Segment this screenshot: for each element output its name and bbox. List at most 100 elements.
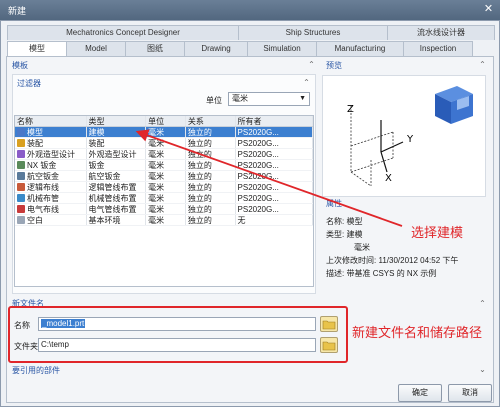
cell-name: 外观造型设计 <box>15 149 87 159</box>
unit-select[interactable]: 毫米 ▼ <box>228 92 310 106</box>
table-row[interactable]: 模型 建模 毫米 独立的 PS2020G... <box>15 127 313 138</box>
table-row[interactable]: NX 钣金 钣金 毫米 独立的 PS2020G... <box>15 160 313 171</box>
cell-type: 外观造型设计 <box>87 149 147 159</box>
model-block-icon <box>435 86 473 124</box>
header-type[interactable]: 类型 <box>87 116 147 126</box>
annotation-select-text: 选择建模 <box>411 226 464 241</box>
chevron-down-icon: ▼ <box>299 95 306 102</box>
header-owner[interactable]: 所有者 <box>236 116 313 126</box>
cell-type: 钣金 <box>87 160 147 170</box>
template-name: 机械布管 <box>27 194 59 203</box>
preview-drawing: Z Y X <box>347 86 473 187</box>
axis-x-label: X <box>385 173 392 184</box>
close-icon[interactable]: ✕ <box>481 2 496 17</box>
table-row[interactable]: 逻辑布线 逻辑管线布置 毫米 独立的 PS2020G... <box>15 182 313 193</box>
cell-owner: PS2020G... <box>236 127 313 137</box>
template-icon <box>17 205 25 213</box>
cell-type: 基本环境 <box>87 215 147 225</box>
cell-unit: 毫米 <box>146 182 186 192</box>
prop-modified-value: 11/30/2012 04:52 下午 <box>378 256 459 265</box>
tab-manufacturing[interactable]: Manufacturing <box>316 41 404 56</box>
table-row[interactable]: 机械布管 机械管线布置 毫米 独立的 PS2020G... <box>15 193 313 204</box>
window-title: 新建 <box>8 6 27 16</box>
cell-type: 航空钣金 <box>87 171 147 181</box>
table-row[interactable]: 外观造型设计 外观造型设计 毫米 独立的 PS2020G... <box>15 149 313 160</box>
collapse-template-icon[interactable]: ⌃ <box>307 61 316 70</box>
cell-unit: 毫米 <box>146 149 186 159</box>
header-relation[interactable]: 关系 <box>186 116 236 126</box>
filter-section-title: 过滤器 <box>17 79 41 88</box>
tab-drawing[interactable]: Drawing <box>184 41 248 56</box>
prop-unit-value: 毫米 <box>354 243 370 252</box>
folder-input[interactable]: C:\temp <box>38 338 316 352</box>
template-name: 空白 <box>27 216 43 225</box>
cell-unit: 毫米 <box>146 138 186 148</box>
cell-name: 机械布管 <box>15 193 87 203</box>
table-row[interactable]: 装配 装配 毫米 独立的 PS2020G... <box>15 138 313 149</box>
cell-owner: PS2020G... <box>236 138 313 148</box>
preview-section-title: 预览 <box>326 61 342 70</box>
cell-relation: 独立的 <box>186 171 236 181</box>
browse-folder-button[interactable] <box>320 337 338 353</box>
tab-mechatronics[interactable]: Mechatronics Concept Designer <box>7 25 239 40</box>
tab-inspection[interactable]: Inspection <box>403 41 473 56</box>
axis-z-label: Z <box>347 104 354 115</box>
tab-ship-structures[interactable]: Ship Structures <box>238 25 388 40</box>
ok-button[interactable]: 确定 <box>398 384 442 402</box>
cell-type: 电气管线布置 <box>87 204 147 214</box>
folder-icon <box>322 320 336 330</box>
unit-value: 毫米 <box>232 94 248 103</box>
table-row[interactable]: 电气布线 电气管线布置 毫米 独立的 PS2020G... <box>15 204 313 215</box>
cell-type: 建模 <box>87 127 147 137</box>
cell-type: 逻辑管线布置 <box>87 182 147 192</box>
template-icon <box>17 161 25 169</box>
prop-desc-value: 带基准 CSYS 的 NX 示例 <box>346 269 437 278</box>
header-unit[interactable]: 单位 <box>146 116 186 126</box>
cell-unit: 毫米 <box>146 160 186 170</box>
browse-name-button[interactable] <box>320 316 338 332</box>
template-name: 装配 <box>27 139 43 148</box>
tab-drawing-cn[interactable]: 图纸 <box>125 41 185 56</box>
cell-unit: 毫米 <box>146 204 186 214</box>
template-icon <box>17 172 25 180</box>
cell-unit: 毫米 <box>146 193 186 203</box>
properties-section-title: 属性 <box>326 199 342 208</box>
tab-model-cn[interactable]: 模型 <box>7 41 67 56</box>
file-name-input[interactable]: _model1.prt <box>38 317 316 331</box>
cell-owner: PS2020G... <box>236 160 313 170</box>
cell-owner: PS2020G... <box>236 149 313 159</box>
collapse-filter-icon[interactable]: ⌃ <box>302 79 311 88</box>
unit-label: 单位 <box>206 96 222 105</box>
tab-model[interactable]: Model <box>66 41 126 56</box>
cell-relation: 独立的 <box>186 215 236 225</box>
template-name: 逻辑布线 <box>27 183 59 192</box>
tab-pipeline-designer[interactable]: 流水线设计器 <box>387 25 495 40</box>
template-name: 外观造型设计 <box>27 150 75 159</box>
cancel-button[interactable]: 取消 <box>448 384 492 402</box>
table-row[interactable]: 航空钣金 航空钣金 毫米 独立的 PS2020G... <box>15 171 313 182</box>
template-icon <box>17 139 25 147</box>
cell-name: 逻辑布线 <box>15 182 87 192</box>
prop-desc-label: 描述: <box>326 269 345 278</box>
template-icon <box>17 194 25 202</box>
table-row[interactable]: 空白 基本环境 毫米 独立的无 <box>15 215 313 226</box>
ref-parts-section-title: 要引用的部件 <box>12 366 60 375</box>
prop-type-value: 建模 <box>346 230 363 239</box>
folder-icon <box>322 341 336 351</box>
template-section-title: 模板 <box>12 61 28 70</box>
cell-owner: PS2020G... <box>236 182 313 192</box>
prop-type-label: 类型: <box>326 230 345 239</box>
cell-relation: 独立的 <box>186 138 236 148</box>
template-icon <box>17 216 25 224</box>
folder-value: C:\temp <box>41 340 70 349</box>
cell-name: 模型 <box>15 127 87 137</box>
cell-relation: 独立的 <box>186 204 236 214</box>
header-name[interactable]: 名称 <box>15 116 87 126</box>
expand-ref-icon[interactable]: ⌄ <box>478 366 487 375</box>
tab-simulation[interactable]: Simulation <box>247 41 317 56</box>
cell-name: 航空钣金 <box>15 171 87 181</box>
collapse-newfile-icon[interactable]: ⌃ <box>478 300 487 309</box>
collapse-preview-icon[interactable]: ⌃ <box>478 61 487 70</box>
cell-unit: 毫米 <box>146 171 186 181</box>
template-grid: 名称 类型 单位 关系 所有者 模型 建模 毫米 独立的 PS2020G... 装配 装配毫… <box>14 115 314 287</box>
